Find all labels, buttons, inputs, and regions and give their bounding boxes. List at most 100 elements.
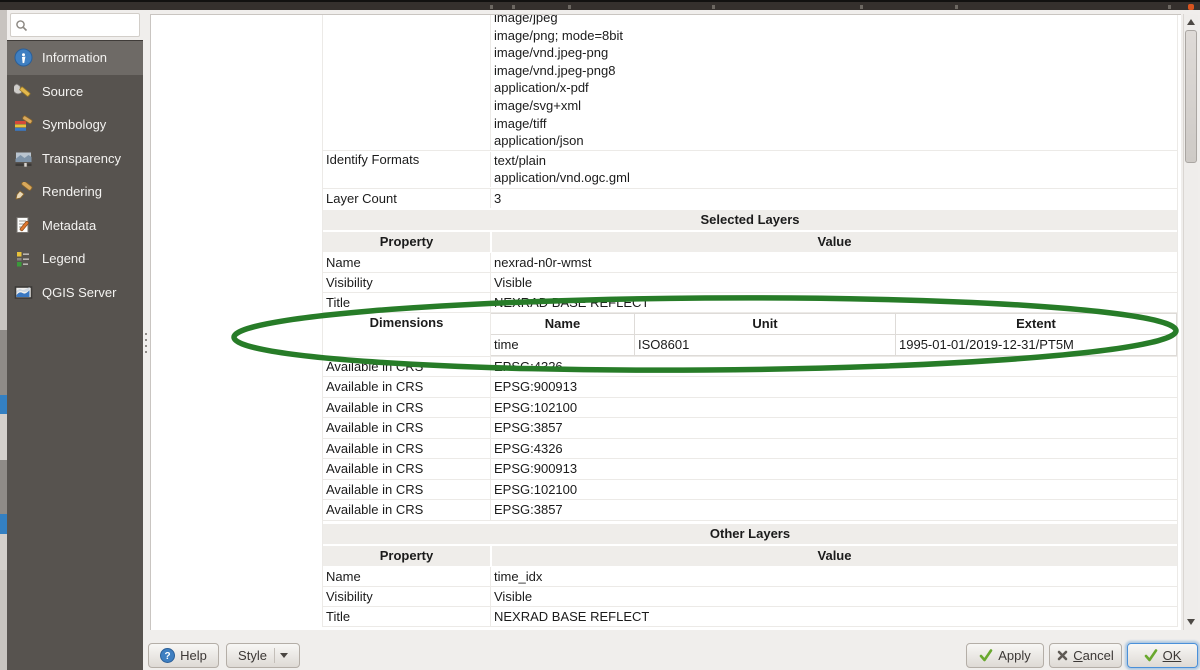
- qgis-layer-properties-dialog: Information Source: [0, 0, 1200, 670]
- table-row: Available in CRS EPSG:102100: [323, 398, 1177, 419]
- background-selected-row-fragment: [0, 514, 7, 534]
- table-row: Available in CRS EPSG:900913: [323, 459, 1177, 480]
- background-row-fragment: [0, 414, 7, 460]
- identify-formats-row: Identify Formats text/plain application/…: [323, 150, 1177, 188]
- dim-column-header: Name: [491, 314, 635, 335]
- sidebar-item-label: Symbology: [42, 117, 106, 132]
- help-label: Help: [180, 648, 207, 663]
- value-column-header: Value: [492, 232, 1177, 252]
- value-cell: nexrad-n0r-wmst: [491, 253, 1177, 272]
- sidebar-item-information[interactable]: Information: [7, 41, 143, 75]
- value-cell: EPSG:4326: [491, 357, 1177, 377]
- cancel-label: Cancel: [1073, 648, 1113, 663]
- table-row: Title NEXRAD BASE REFLECT: [323, 293, 1177, 313]
- svg-text:?: ?: [165, 651, 171, 662]
- background-row-fragment: [0, 460, 7, 514]
- format-line: application/x-pdf: [494, 79, 1177, 97]
- background-window-edge: [0, 10, 7, 670]
- apply-label: Apply: [998, 648, 1031, 663]
- background-selected-row-fragment: [0, 395, 7, 414]
- table-row: Visibility Visible: [323, 273, 1177, 293]
- help-icon: ?: [160, 648, 175, 663]
- property-cell: Title: [323, 607, 491, 626]
- information-icon: [14, 48, 33, 67]
- check-icon: [979, 649, 993, 662]
- search-box: [10, 13, 140, 37]
- sidebar-item-label: QGIS Server: [42, 285, 116, 300]
- format-line: image/vnd.jpeg-png: [494, 44, 1177, 62]
- property-cell: Title: [323, 293, 491, 312]
- layer-count-row: Layer Count 3: [323, 188, 1177, 208]
- value-cell: EPSG:900913: [491, 459, 1177, 479]
- sidebar-item-label: Legend: [42, 251, 85, 266]
- dimensions-table: Name Unit Extent time ISO8601 1995-01-01…: [491, 313, 1177, 356]
- titlebar-text-fragment: [955, 5, 958, 9]
- section-header-selected-layers: Selected Layers: [323, 210, 1177, 230]
- property-cell: Available in CRS: [323, 459, 491, 479]
- scroll-up-icon[interactable]: [1187, 19, 1195, 25]
- apply-button[interactable]: Apply: [966, 643, 1044, 668]
- dim-name-cell: time: [491, 335, 635, 356]
- format-line: image/svg+xml: [494, 97, 1177, 115]
- vertical-scrollbar[interactable]: [1183, 14, 1198, 630]
- property-cell: Layer Count: [323, 189, 491, 208]
- sidebar-item-symbology[interactable]: Symbology: [7, 108, 143, 142]
- table-row: Available in CRS EPSG:4326: [323, 357, 1177, 378]
- ok-label: OK: [1163, 648, 1182, 663]
- scrollbar-thumb[interactable]: [1185, 30, 1197, 163]
- sidebar-item-legend[interactable]: Legend: [7, 242, 143, 276]
- value-cell: 3: [491, 189, 1177, 208]
- table-header-row: Property Value: [323, 546, 1177, 566]
- dim-unit-cell: ISO8601: [635, 335, 896, 356]
- table-row: Available in CRS EPSG:4326: [323, 439, 1177, 460]
- search-icon: [15, 19, 28, 32]
- titlebar-text-fragment: [568, 5, 571, 9]
- x-icon: [1057, 650, 1068, 661]
- close-icon[interactable]: [1188, 4, 1194, 10]
- format-line: image/tiff: [494, 115, 1177, 133]
- value-cell: NEXRAD BASE REFLECT: [491, 607, 1177, 626]
- value-cell: EPSG:3857: [491, 500, 1177, 520]
- table-row: Available in CRS EPSG:900913: [323, 377, 1177, 398]
- help-button[interactable]: ? Help: [148, 643, 219, 668]
- table-row: Name nexrad-n0r-wmst: [323, 253, 1177, 273]
- format-line: image/png; mode=8bit: [494, 27, 1177, 45]
- window-titlebar[interactable]: [0, 0, 1200, 10]
- titlebar-text-fragment: [512, 5, 515, 9]
- value-cell: EPSG:900913: [491, 377, 1177, 397]
- paintbrush-palette-icon: [14, 115, 33, 134]
- property-cell: Name: [323, 567, 491, 586]
- sidebar-item-metadata[interactable]: Metadata: [7, 209, 143, 243]
- scroll-down-icon[interactable]: [1187, 619, 1195, 625]
- splitter-handle[interactable]: [145, 333, 147, 357]
- sidebar-item-label: Transparency: [42, 151, 121, 166]
- titlebar-text-fragment: [1168, 5, 1171, 9]
- background-row-fragment: [0, 330, 7, 395]
- sidebar-item-transparency[interactable]: Transparency: [7, 142, 143, 176]
- style-dropdown-button[interactable]: Style: [226, 643, 300, 668]
- property-cell: Visibility: [323, 587, 491, 606]
- titlebar-text-fragment: [490, 5, 493, 9]
- table-header-row: Property Value: [323, 232, 1177, 252]
- dim-column-header: Extent: [896, 314, 1177, 335]
- chevron-down-icon: [280, 653, 288, 658]
- cancel-button[interactable]: Cancel: [1049, 643, 1122, 668]
- style-label: Style: [238, 648, 267, 663]
- properties-search-input[interactable]: [28, 16, 128, 34]
- value-cell: image/jpeg image/png; mode=8bit image/vn…: [491, 14, 1177, 150]
- sidebar-item-label: Source: [42, 84, 83, 99]
- sidebar-item-source[interactable]: Source: [7, 75, 143, 109]
- value-cell: EPSG:102100: [491, 480, 1177, 500]
- sidebar: Information Source: [7, 10, 143, 670]
- format-line: image/vnd.jpeg-png8: [494, 62, 1177, 80]
- value-cell: Visible: [491, 273, 1177, 292]
- value-cell: EPSG:4326: [491, 439, 1177, 459]
- titlebar-text-fragment: [860, 5, 863, 9]
- sidebar-item-rendering[interactable]: Rendering: [7, 175, 143, 209]
- sidebar-item-qgis-server[interactable]: QGIS Server: [7, 276, 143, 310]
- ok-button[interactable]: OK: [1127, 643, 1198, 668]
- layer-info-table: image/jpeg image/png; mode=8bit image/vn…: [322, 15, 1178, 627]
- dimensions-row: Dimensions Name Unit Extent time ISO8601…: [323, 313, 1177, 357]
- property-cell: Visibility: [323, 273, 491, 292]
- document-pencil-icon: [14, 216, 33, 235]
